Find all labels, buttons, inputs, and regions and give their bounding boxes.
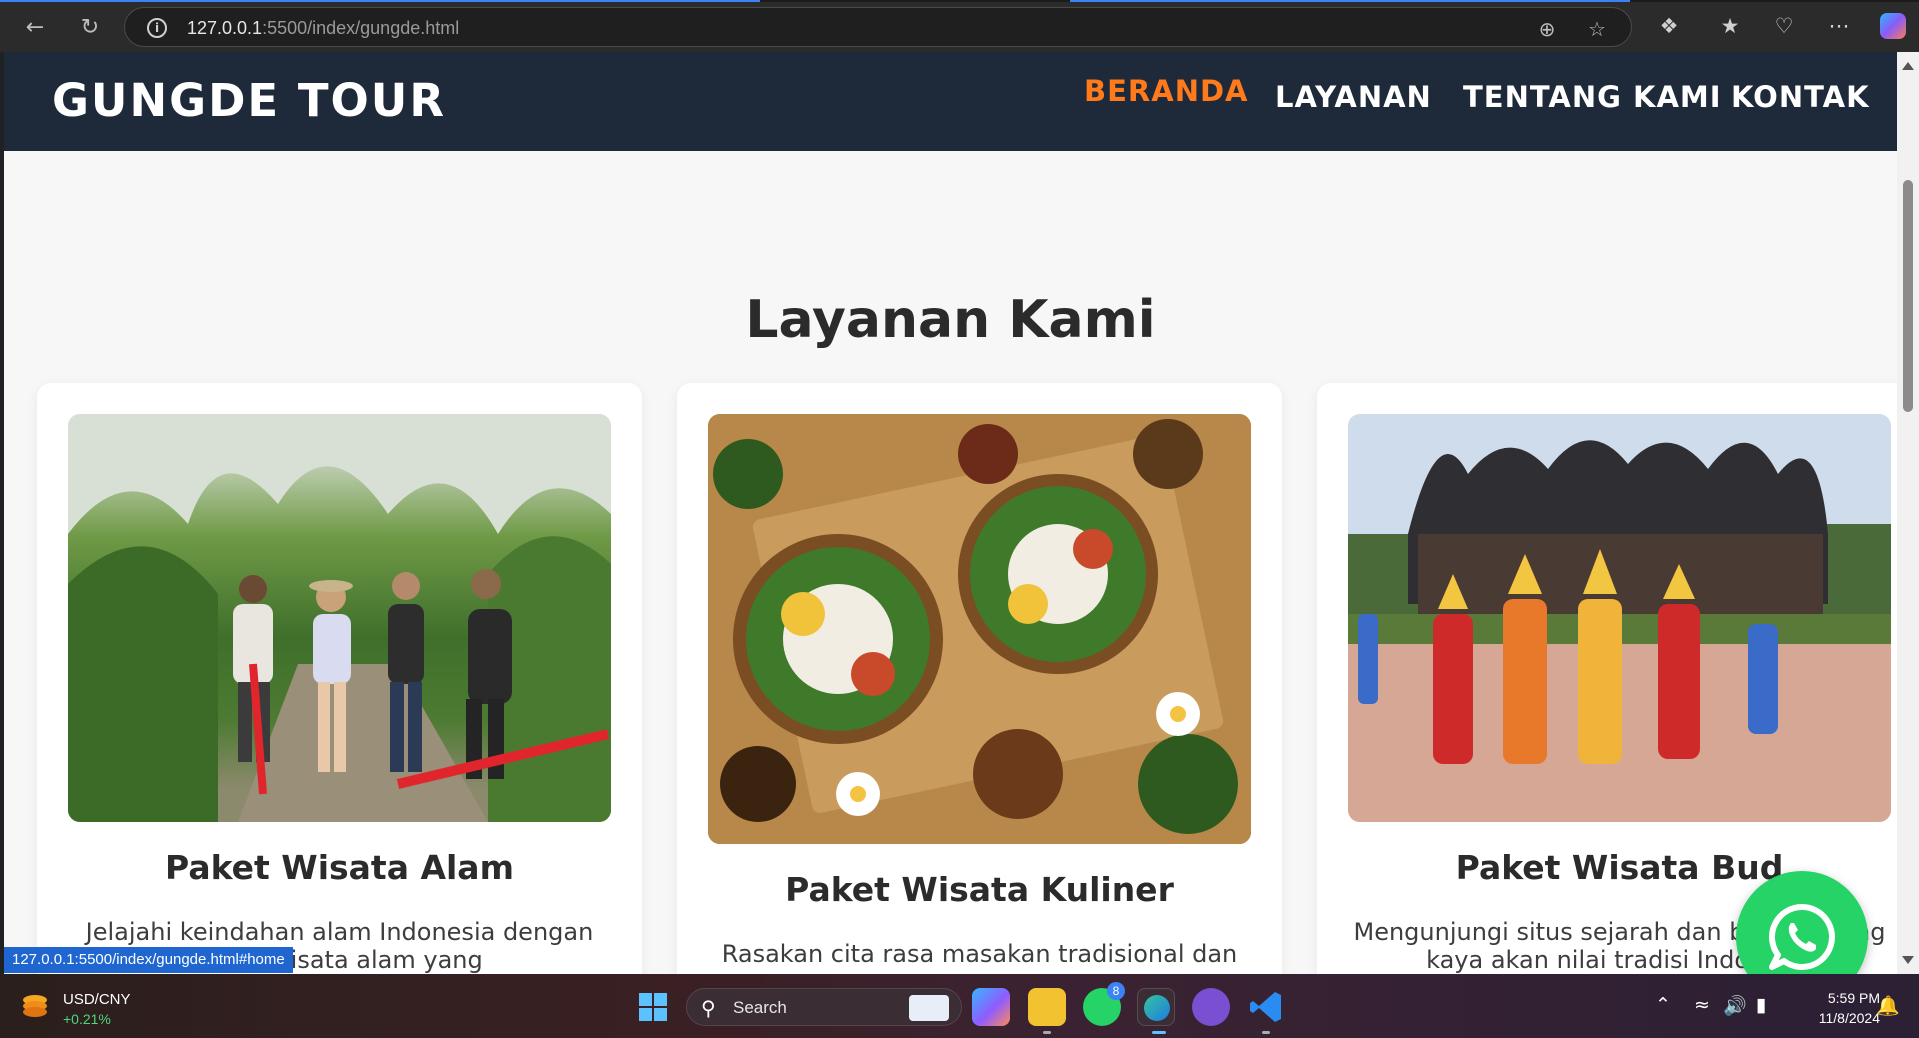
widget-title[interactable]: USD/CNY xyxy=(63,991,131,1008)
notification-badge: 8 xyxy=(1107,982,1125,1000)
site-info-icon[interactable]: i xyxy=(147,18,167,38)
back-icon[interactable]: ← xyxy=(20,12,50,42)
clock-date[interactable]: 11/8/2024 xyxy=(1795,1010,1880,1026)
link-status-tooltip: 127.0.0.1:5500/index/gungde.html#home xyxy=(4,947,293,973)
page-scrollbar[interactable] xyxy=(1897,52,1919,974)
currency-widget-icon[interactable] xyxy=(20,992,50,1020)
search-highlight-image xyxy=(909,995,949,1021)
scrollbar-thumb[interactable] xyxy=(1903,180,1913,412)
page-viewport: GUNGDE TOUR BERANDA LAYANAN TENTANG KAMI… xyxy=(4,52,1897,974)
site-header: GUNGDE TOUR BERANDA LAYANAN TENTANG KAMI… xyxy=(4,52,1897,151)
scroll-down-icon[interactable] xyxy=(1902,956,1914,964)
favorite-star-icon[interactable]: ☆ xyxy=(1585,17,1609,41)
search-icon: ⚲ xyxy=(701,996,716,1020)
url-text: 127.0.0.1:5500/index/gungde.html xyxy=(187,18,460,38)
service-card[interactable]: Paket Wisata Kuliner Rasakan cita rasa m… xyxy=(677,383,1282,974)
minang-culture-photo xyxy=(1348,414,1891,822)
taskbar-search[interactable]: ⚲ Search xyxy=(686,988,962,1026)
wifi-icon[interactable]: ≈ xyxy=(1694,994,1710,1016)
site-logo[interactable]: GUNGDE TOUR xyxy=(52,74,446,127)
card-title: Paket Wisata Kuliner xyxy=(785,870,1174,909)
vscode-icon[interactable] xyxy=(1247,988,1285,1026)
more-menu-icon[interactable]: ⋯ xyxy=(1825,12,1853,40)
whatsapp-app-icon[interactable]: 8 xyxy=(1083,982,1125,1026)
nature-hike-photo xyxy=(68,414,611,822)
taskbar: USD/CNY +0.21% ⚲ Search 8 ⌃ ≈ 🔊 ▮ 5:59 P… xyxy=(0,974,1919,1038)
nav-tentang-kami[interactable]: TENTANG KAMI xyxy=(1463,80,1722,114)
copilot-app-icon[interactable] xyxy=(972,988,1010,1026)
nav-beranda[interactable]: BERANDA xyxy=(1084,74,1248,108)
edge-browser-icon[interactable] xyxy=(1137,988,1175,1026)
balinese-food-photo xyxy=(708,414,1251,844)
card-title: Paket Wisata Alam xyxy=(165,848,514,887)
favorites-icon[interactable]: ★ xyxy=(1716,12,1744,40)
show-hidden-icons[interactable]: ⌃ xyxy=(1655,994,1671,1016)
battery-icon[interactable]: ▮ xyxy=(1756,994,1766,1016)
widget-change: +0.21% xyxy=(63,1011,111,1027)
nav-kontak[interactable]: KONTAK xyxy=(1731,80,1870,114)
notification-bell-icon[interactable]: 🔔 xyxy=(1876,994,1900,1017)
github-desktop-icon[interactable] xyxy=(1192,988,1230,1026)
copilot-icon[interactable] xyxy=(1880,13,1906,39)
file-explorer-icon[interactable] xyxy=(1028,988,1066,1026)
whatsapp-icon xyxy=(1769,904,1835,970)
loading-bar xyxy=(0,0,1919,2)
windows-start-icon[interactable] xyxy=(639,993,667,1021)
extensions-icon[interactable]: ❖ xyxy=(1655,12,1683,40)
section-title: Layanan Kami xyxy=(745,290,1156,350)
address-bar[interactable]: i 127.0.0.1:5500/index/gungde.html ⊕ ☆ xyxy=(124,7,1632,47)
browser-toolbar: ← ↻ i 127.0.0.1:5500/index/gungde.html ⊕… xyxy=(0,0,1919,52)
refresh-icon[interactable]: ↻ xyxy=(75,12,105,42)
zoom-icon[interactable]: ⊕ xyxy=(1535,17,1559,41)
search-label: Search xyxy=(733,998,787,1017)
scroll-up-icon[interactable] xyxy=(1902,62,1914,70)
clock-time[interactable]: 5:59 PM xyxy=(1810,990,1880,1006)
service-card[interactable]: Paket Wisata Alam Jelajahi keindahan ala… xyxy=(37,383,642,974)
browser-essentials-icon[interactable]: ♡ xyxy=(1770,12,1798,40)
nav-layanan[interactable]: LAYANAN xyxy=(1275,80,1432,114)
volume-icon[interactable]: 🔊 xyxy=(1723,994,1747,1017)
card-description: Rasakan cita rasa masakan tradisional da… xyxy=(721,940,1238,968)
